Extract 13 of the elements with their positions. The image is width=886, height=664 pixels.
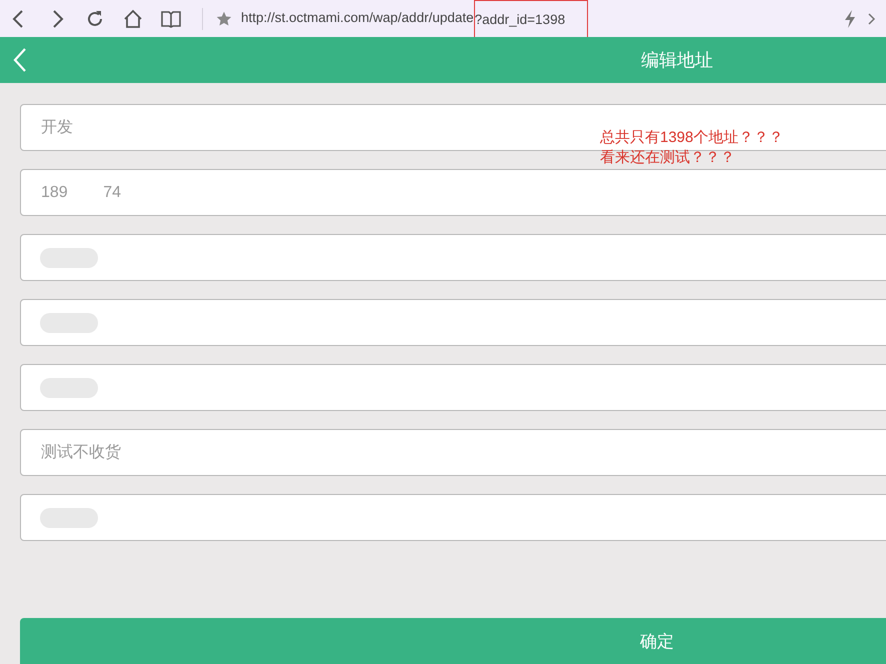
input-field[interactable]: 189 74 — [20, 169, 886, 216]
input-field[interactable]: 测试不收货 — [20, 429, 886, 476]
confirm-button[interactable]: 确定 — [20, 618, 886, 664]
lightning-icon[interactable] — [842, 8, 858, 30]
home-icon[interactable] — [122, 8, 144, 30]
url-text: http://st.octmami.com/wap/addr/update — [241, 9, 474, 28]
page-title: 编辑地址 — [641, 49, 713, 72]
input-field[interactable] — [20, 234, 886, 281]
input-field[interactable] — [20, 494, 886, 541]
annotation-text: 总共只有1398个地址？？？ — [600, 128, 784, 148]
input-field[interactable] — [20, 364, 886, 411]
input-field[interactable] — [20, 299, 886, 346]
annotation-text: 看来还在测试？？？ — [600, 148, 736, 168]
